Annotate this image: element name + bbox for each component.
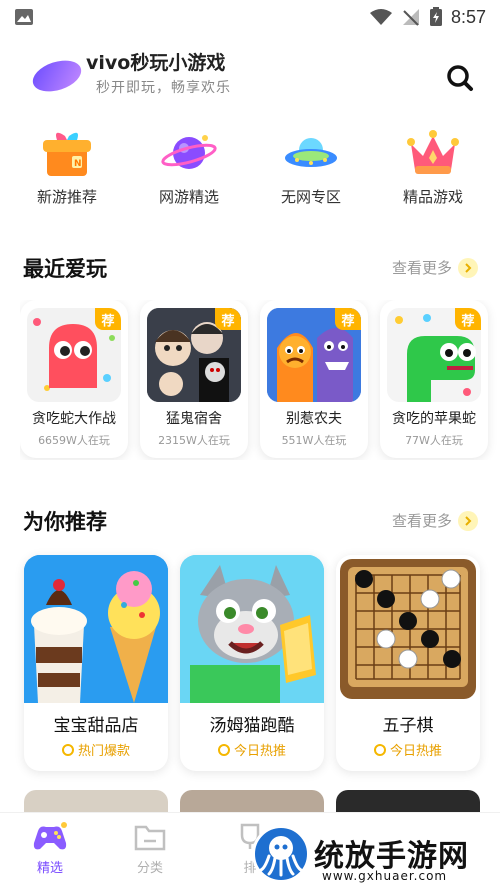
view-more-label: 查看更多	[391, 512, 452, 530]
game-thumbnail	[336, 555, 480, 703]
game-thumbnail: 荐	[387, 308, 481, 402]
wifi-icon	[369, 9, 392, 25]
recent-view-more-link[interactable]: 查看更多	[392, 257, 478, 278]
recent-games-list: 荐 贪吃蛇大作战 6659W人在玩 荐 猛鬼宿舍 2315W人在玩 荐 别惹农夫…	[20, 300, 500, 460]
game-name: 五子棋	[382, 716, 434, 736]
chevron-right-icon	[458, 257, 478, 278]
recommend-badge: 荐	[95, 308, 121, 330]
game-name: 宝宝甜品店	[53, 716, 139, 736]
category-nav: N 新游推荐 网游精选 无网专区 精品游戏	[0, 128, 500, 218]
no-signal-icon	[402, 9, 419, 26]
octopus-logo-icon	[252, 825, 310, 883]
tab-categories[interactable]: 分类	[105, 821, 195, 876]
recommend-game-card[interactable]: 汤姆猫跑酷 今日热推	[180, 555, 324, 771]
search-button[interactable]	[442, 60, 478, 96]
category-offline-games[interactable]: 无网专区	[256, 128, 366, 218]
next-card-top[interactable]	[24, 790, 168, 814]
hot-tag: 今日热推	[180, 740, 324, 759]
tab-label: 精选	[36, 861, 63, 876]
recommend-game-card[interactable]: 五子棋 今日热推	[336, 555, 480, 771]
view-more-label: 查看更多	[391, 259, 452, 277]
game-thumbnail: 荐	[267, 308, 361, 402]
game-name: 贪吃的苹果蛇	[392, 411, 476, 427]
hot-tag-label: 今日热推	[233, 744, 286, 759]
game-thumbnail: 荐	[147, 308, 241, 402]
category-new-games[interactable]: N 新游推荐	[12, 128, 122, 218]
game-play-count: 551W人在玩	[281, 434, 347, 447]
game-play-count: 77W人在玩	[405, 434, 463, 447]
hot-tag-label: 热门爆款	[77, 744, 130, 759]
next-card-top[interactable]	[336, 790, 480, 814]
recommend-game-card[interactable]: 宝宝甜品店 热门爆款	[24, 555, 168, 771]
hot-tag: 今日热推	[336, 740, 480, 759]
category-label: 新游推荐	[36, 188, 97, 206]
recommend-view-more-link[interactable]: 查看更多	[392, 510, 478, 531]
game-thumbnail	[180, 555, 324, 703]
game-play-count: 2315W人在玩	[158, 434, 230, 447]
game-thumbnail: 荐	[27, 308, 121, 402]
game-name: 汤姆猫跑酷	[209, 716, 295, 736]
game-name: 别惹农夫	[286, 411, 342, 427]
game-thumbnail	[24, 555, 168, 703]
category-label: 网游精选	[158, 188, 219, 206]
watermark-url: www.gxhuaer.com	[322, 869, 448, 883]
app-header: vivo秒玩小游戏 秒开即玩，畅享欢乐	[0, 40, 500, 110]
folder-icon	[134, 825, 166, 851]
next-recommend-row	[24, 790, 500, 814]
app-title: vivo秒玩小游戏	[86, 52, 226, 74]
category-premium-games[interactable]: 精品游戏	[378, 128, 488, 218]
hot-tag-icon	[373, 743, 386, 756]
svg-text:N: N	[74, 159, 82, 169]
next-card-top[interactable]	[180, 790, 324, 814]
game-name: 猛鬼宿舍	[166, 411, 222, 427]
recent-game-card[interactable]: 荐 贪吃的苹果蛇 77W人在玩	[380, 300, 488, 458]
site-watermark: 统放手游网 www.gxhuaer.com	[250, 825, 500, 889]
recent-section-header: 最近爱玩 查看更多	[0, 253, 500, 283]
crown-icon	[407, 130, 459, 174]
game-name: 贪吃蛇大作战	[32, 411, 116, 427]
tab-featured[interactable]: 精选	[5, 821, 95, 876]
recommend-badge: 荐	[215, 308, 241, 330]
category-label: 精品游戏	[402, 188, 463, 206]
gamepad-icon	[33, 822, 67, 850]
recent-game-card[interactable]: 荐 别惹农夫 551W人在玩	[260, 300, 368, 458]
hot-tag-icon	[61, 743, 74, 756]
status-bar: 8:57	[0, 0, 500, 34]
hot-tag-icon	[217, 743, 230, 756]
battery-charging-icon	[429, 7, 442, 26]
app-logo	[28, 54, 86, 98]
hot-tag-label: 今日热推	[389, 744, 442, 759]
section-title: 为你推荐	[23, 510, 107, 534]
recommend-section-header: 为你推荐 查看更多	[0, 506, 500, 536]
recommend-badge: 荐	[335, 308, 361, 330]
game-play-count: 6659W人在玩	[38, 434, 110, 447]
recommend-games-list: 宝宝甜品店 热门爆款 汤姆猫跑酷 今日热推 五子棋 今日热推	[24, 555, 500, 775]
tab-label: 分类	[136, 861, 163, 876]
gift-box-icon: N	[43, 132, 91, 176]
ufo-icon	[285, 138, 337, 167]
category-online-games[interactable]: 网游精选	[134, 128, 244, 218]
recommend-badge: 荐	[455, 308, 481, 330]
chevron-right-icon	[458, 510, 478, 531]
app-subtitle: 秒开即玩，畅享欢乐	[96, 80, 231, 96]
recent-game-card[interactable]: 荐 贪吃蛇大作战 6659W人在玩	[20, 300, 128, 458]
recent-game-card[interactable]: 荐 猛鬼宿舍 2315W人在玩	[140, 300, 248, 458]
hot-tag: 热门爆款	[24, 740, 168, 759]
planet-icon	[161, 135, 217, 169]
category-label: 无网专区	[280, 188, 341, 206]
section-title: 最近爱玩	[23, 257, 107, 281]
search-icon	[447, 65, 473, 91]
image-notification-icon	[15, 9, 33, 25]
status-time: 8:57	[450, 6, 486, 27]
